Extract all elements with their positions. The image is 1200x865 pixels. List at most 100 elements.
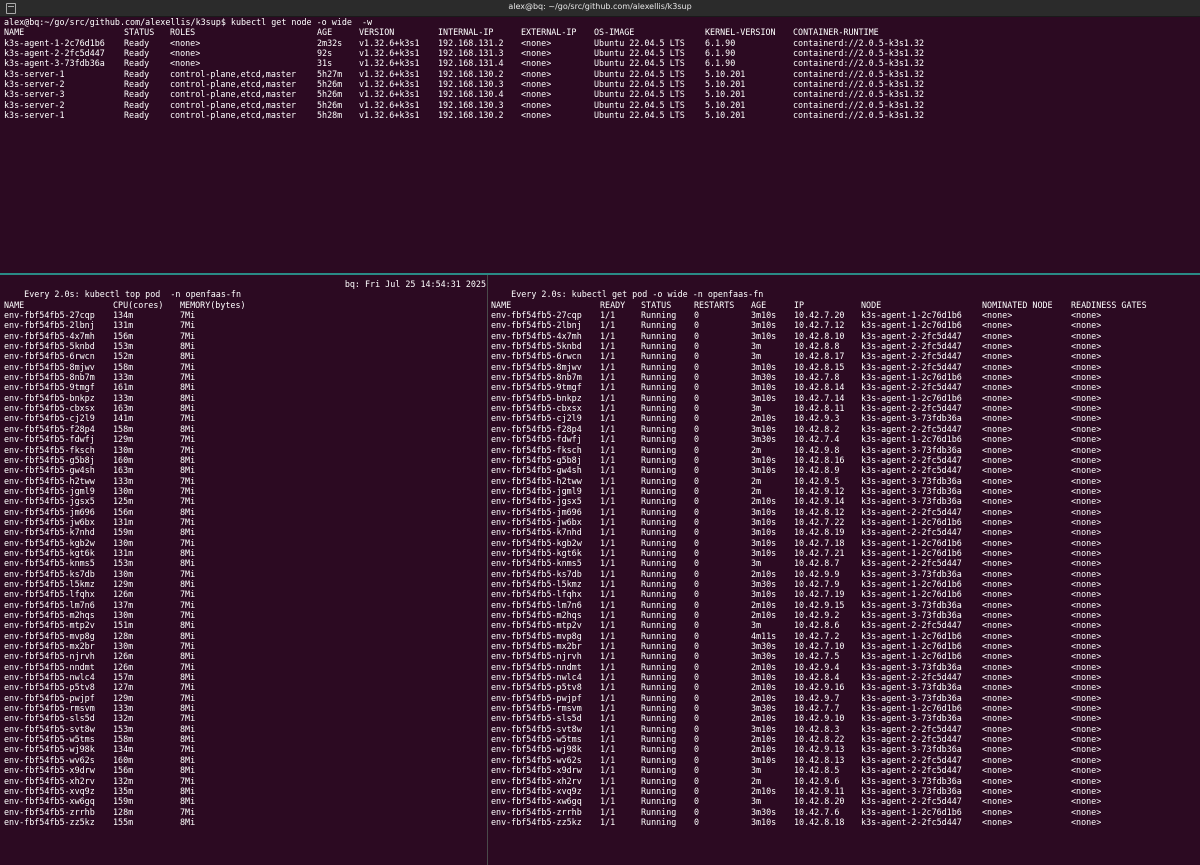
table-cell: 3m10s	[751, 320, 777, 331]
table-cell: 0	[694, 496, 700, 507]
table-cell: k3s-agent-2-2fc5d447	[861, 620, 962, 631]
pane-top-pod[interactable]: Every 2.0s: kubectl top pod -n openfaas-…	[4, 279, 486, 863]
table-row: env-fbf54fb5-mx2br 1/1 Running 0 3m30s 10.42.…	[491, 641, 1197, 651]
table-cell: <none>	[521, 110, 552, 121]
table-cell: 0	[694, 723, 700, 734]
table-cell: env-fbf54fb5-njrvh	[4, 651, 95, 662]
pane-node-watch[interactable]: alex@bq:~/go/src/github.com/alexellis/k3…	[4, 17, 1196, 272]
watch-header: Every 2.0s: kubectl get pod -o wide -n o…	[491, 279, 1197, 299]
table-cell: 3m30s	[751, 651, 777, 662]
table-cell: Running	[641, 723, 677, 734]
table-cell: 130m	[113, 537, 134, 548]
table-cell: env-fbf54fb5-xvq9z	[491, 785, 582, 796]
table-cell: 130m	[113, 568, 134, 579]
table-cell: <none>	[521, 68, 552, 79]
table-cell: 8Mi	[180, 547, 196, 558]
table-cell: 0	[694, 661, 700, 672]
table-cell: <none>	[1071, 310, 1102, 321]
table-row: env-fbf54fb5-xvq9z 135m 8Mi	[4, 786, 486, 796]
table-cell: k3s-agent-3-73fdb36a	[861, 713, 962, 724]
table-cell: Running	[641, 392, 677, 403]
table-cell: 8Mi	[180, 403, 196, 414]
table-cell: env-fbf54fb5-kgt6k	[4, 547, 95, 558]
table-row: env-fbf54fb5-8nb7m 1/1 Running 0 3m30s 10.42.…	[491, 372, 1197, 382]
table-cell: 2m10s	[751, 610, 777, 620]
table-cell: Ubuntu 22.04.5 LTS	[594, 58, 685, 69]
table-cell: <none>	[982, 682, 1013, 693]
table-cell: env-fbf54fb5-wv62s	[491, 754, 582, 765]
table-cell: Ubuntu 22.04.5 LTS	[594, 37, 685, 48]
table-cell: 5.10.201	[705, 89, 746, 100]
table-cell: <none>	[982, 527, 1013, 538]
table-cell: 157m	[113, 672, 134, 683]
table-cell: 126m	[113, 589, 134, 600]
table-cell: 2m10s	[751, 599, 777, 610]
table-header: NAME CPU(cores) MEMORY(bytes)	[4, 300, 486, 310]
table-cell: v1.32.6+k3s1	[359, 37, 420, 48]
table-cell: <none>	[982, 330, 1013, 341]
table-cell: 1/1	[600, 465, 616, 476]
table-cell: Ubuntu 22.04.5 LTS	[594, 89, 685, 100]
pane-get-pod[interactable]: Every 2.0s: kubectl get pod -o wide -n o…	[491, 279, 1197, 863]
table-cell: 2m	[751, 775, 762, 786]
table-cell: 10.42.9.15	[794, 599, 845, 610]
table-cell: env-fbf54fb5-ks7db	[4, 568, 95, 579]
table-cell: 153m	[113, 341, 134, 352]
table-cell: 1/1	[600, 310, 616, 321]
table-cell: env-fbf54fb5-8nb7m	[491, 372, 582, 383]
table-cell: Running	[641, 713, 677, 724]
table-cell: 1/1	[600, 330, 616, 341]
table-cell: Running	[641, 423, 677, 434]
table-cell: 8Mi	[180, 723, 196, 734]
table-cell: <none>	[1071, 465, 1102, 476]
table-cell: env-fbf54fb5-wj98k	[491, 744, 582, 755]
table-cell: env-fbf54fb5-2lbnj	[4, 320, 95, 331]
table-cell: k3s-agent-2-2fc5d447	[861, 454, 962, 465]
table-cell: Running	[641, 578, 677, 589]
table-cell: 126m	[113, 651, 134, 662]
table-row: k3s-server-1 Ready control-plane,etcd,mast…	[4, 69, 1196, 79]
table-cell: Running	[641, 620, 677, 631]
table-cell: 7Mi	[180, 661, 196, 672]
pane-divider-vertical[interactable]	[487, 275, 488, 865]
table-cell: STATUS	[641, 299, 672, 310]
table-cell: <none>	[1071, 599, 1102, 610]
table-cell: 158m	[113, 361, 134, 372]
table-cell: <none>	[982, 713, 1013, 724]
table-cell: 1/1	[600, 413, 616, 424]
table-cell: 133m	[113, 475, 134, 486]
table-cell: 10.42.9.11	[794, 785, 845, 796]
table-cell: 0	[694, 382, 700, 393]
node-table: NAME STATUS ROLES AGE VERSION INTERNAL-IP EXTE…	[4, 27, 1196, 120]
table-cell: <none>	[1071, 672, 1102, 683]
table-cell: 8Mi	[180, 703, 196, 714]
table-cell: 10.42.7.5	[794, 651, 840, 662]
table-cell: 2m10s	[751, 785, 777, 796]
table-cell: 1/1	[600, 713, 616, 724]
table-cell: <none>	[982, 547, 1013, 558]
table-cell: env-fbf54fb5-cj2l9	[491, 413, 582, 424]
table-cell: k3s-agent-2-2fc5d447	[861, 382, 962, 393]
table-cell: env-fbf54fb5-cbxsx	[491, 403, 582, 414]
table-cell: env-fbf54fb5-xw6gq	[4, 796, 95, 807]
table-cell: 0	[694, 392, 700, 403]
table-cell: 0	[694, 589, 700, 600]
pane-divider-horizontal[interactable]	[0, 273, 1200, 275]
table-row: env-fbf54fb5-l5kmz 129m 8Mi	[4, 579, 486, 589]
table-cell: <none>	[982, 610, 1013, 620]
table-cell: 3m10s	[751, 382, 777, 393]
table-cell: <none>	[982, 475, 1013, 486]
table-cell: 8Mi	[180, 527, 196, 538]
table-cell: 10.42.8.3	[794, 723, 840, 734]
table-cell: 0	[694, 734, 700, 745]
table-cell: v1.32.6+k3s1	[359, 89, 420, 100]
table-row: env-fbf54fb5-5knbd 1/1 Running 0 3m 10.42.8.8…	[491, 341, 1197, 351]
window-titlebar[interactable]: alex@bq: ~/go/src/github.com/alexellis/k…	[0, 0, 1200, 17]
table-cell: 10.42.9.16	[794, 682, 845, 693]
table-cell: Running	[641, 506, 677, 517]
table-cell: 2m10s	[751, 682, 777, 693]
table-cell: env-fbf54fb5-jw6bx	[4, 516, 95, 527]
table-cell: 3m30s	[751, 372, 777, 383]
table-cell: <none>	[1071, 651, 1102, 662]
table-cell: env-fbf54fb5-5knbd	[491, 341, 582, 352]
